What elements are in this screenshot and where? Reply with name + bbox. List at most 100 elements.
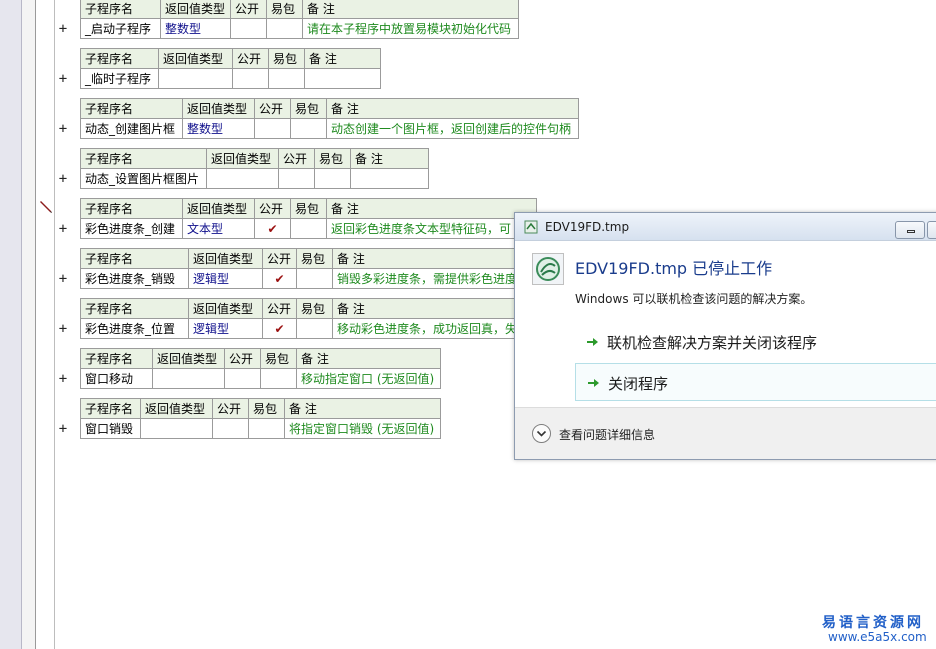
details-link[interactable]: 查看问题详细信息 bbox=[559, 426, 655, 443]
subroutine-return-type[interactable]: 逻辑型 bbox=[188, 268, 263, 289]
header-return-type: 返回值类型 bbox=[206, 148, 279, 169]
header-name: 子程序名 bbox=[80, 398, 141, 419]
subroutine-name[interactable]: 动态_设置图片框图片 bbox=[80, 168, 207, 189]
subroutine-name[interactable]: 窗口移动 bbox=[80, 368, 153, 389]
header-note: 备 注 bbox=[326, 198, 537, 219]
dialog-title: EDV19FD.tmp bbox=[545, 220, 630, 234]
subroutine-easy-pack[interactable] bbox=[296, 268, 333, 289]
subroutine-note[interactable] bbox=[350, 168, 429, 189]
subroutine-name[interactable]: 彩色进度条_位置 bbox=[80, 318, 189, 339]
green-arrow-icon bbox=[588, 379, 599, 387]
expand-button[interactable]: + bbox=[57, 371, 69, 387]
subroutine-return-type[interactable]: 逻辑型 bbox=[188, 318, 263, 339]
maximize-button[interactable] bbox=[927, 221, 936, 239]
expand-button[interactable]: + bbox=[57, 421, 69, 437]
subroutine-return-type[interactable] bbox=[206, 168, 279, 189]
subroutine-return-type[interactable] bbox=[158, 68, 233, 89]
subroutine-easy-pack[interactable] bbox=[266, 18, 303, 39]
header-name: 子程序名 bbox=[80, 348, 153, 369]
subroutine-return-type[interactable]: 文本型 bbox=[182, 218, 255, 239]
header-public: 公开 bbox=[254, 98, 291, 119]
expand-button[interactable]: + bbox=[57, 71, 69, 87]
subroutine-note[interactable]: 销毁多彩进度条，需提供彩色进度 bbox=[332, 268, 533, 289]
subroutine-table: 子程序名 返回值类型 公开 易包 备 注 窗口移动 移动指定窗口 (无返回值) bbox=[80, 348, 441, 389]
header-public: 公开 bbox=[232, 48, 269, 69]
header-name: 子程序名 bbox=[80, 98, 183, 119]
subroutine-table: 子程序名 返回值类型 公开 易包 备 注 _启动子程序 整数型 请在本子程序中放… bbox=[80, 0, 519, 39]
expand-button[interactable]: + bbox=[57, 321, 69, 337]
header-easy-pack: 易包 bbox=[314, 148, 351, 169]
subroutine-easy-pack[interactable] bbox=[290, 118, 327, 139]
subroutine-note[interactable]: 移动彩色进度条，成功返回真，失 bbox=[332, 318, 533, 339]
header-easy-pack: 易包 bbox=[290, 98, 327, 119]
header-public: 公开 bbox=[262, 248, 297, 269]
subroutine-public[interactable] bbox=[232, 68, 269, 89]
watermark-url: www.e5a5x.com bbox=[828, 630, 927, 644]
subroutine-public[interactable] bbox=[212, 418, 249, 439]
subroutine-public[interactable] bbox=[230, 18, 267, 39]
subroutine-name[interactable]: 窗口销毁 bbox=[80, 418, 141, 439]
header-note: 备 注 bbox=[304, 48, 381, 69]
subroutine-easy-pack[interactable] bbox=[260, 368, 297, 389]
subroutine-public[interactable] bbox=[254, 118, 291, 139]
expand-button[interactable]: + bbox=[57, 221, 69, 237]
subroutine-easy-pack[interactable] bbox=[248, 418, 285, 439]
subroutine-public[interactable]: ✔ bbox=[262, 268, 297, 289]
header-name: 子程序名 bbox=[80, 198, 183, 219]
check-online-option[interactable]: 联机检查解决方案并关闭该程序 bbox=[575, 323, 936, 361]
subroutine-return-type[interactable] bbox=[152, 368, 225, 389]
expand-button[interactable]: + bbox=[57, 21, 69, 37]
subroutine-note[interactable]: 将指定窗口销毁 (无返回值) bbox=[284, 418, 441, 439]
subroutine-table: 子程序名 返回值类型 公开 易包 备 注 彩色进度条_位置 逻辑型 ✔ 移动彩色… bbox=[80, 298, 533, 339]
header-note: 备 注 bbox=[284, 398, 441, 419]
subroutine-name[interactable]: _启动子程序 bbox=[80, 18, 161, 39]
header-easy-pack: 易包 bbox=[260, 348, 297, 369]
header-note: 备 注 bbox=[350, 148, 429, 169]
subroutine-table: 子程序名 返回值类型 公开 易包 备 注 窗口销毁 将指定窗口销毁 (无返回值) bbox=[80, 398, 441, 439]
expand-button[interactable]: + bbox=[57, 271, 69, 287]
pencil-icon bbox=[40, 201, 52, 213]
minimize-button[interactable] bbox=[895, 221, 925, 239]
header-name: 子程序名 bbox=[80, 0, 161, 19]
subroutine-name[interactable]: 彩色进度条_销毁 bbox=[80, 268, 189, 289]
subroutine-note[interactable]: 移动指定窗口 (无返回值) bbox=[296, 368, 441, 389]
chevron-down-icon bbox=[536, 430, 547, 437]
subroutine-name[interactable]: 彩色进度条_创建 bbox=[80, 218, 183, 239]
subroutine-table: 子程序名 返回值类型 公开 易包 备 注 动态_创建图片框 整数型 动态创建一个… bbox=[80, 98, 579, 139]
header-public: 公开 bbox=[224, 348, 261, 369]
expand-button[interactable]: + bbox=[57, 121, 69, 137]
header-public: 公开 bbox=[212, 398, 249, 419]
subroutine-note[interactable]: 请在本子程序中放置易模块初始化代码 bbox=[302, 18, 519, 39]
subroutine-easy-pack[interactable] bbox=[314, 168, 351, 189]
dialog-titlebar[interactable]: EDV19FD.tmp bbox=[515, 213, 936, 241]
subroutine-table: 子程序名 返回值类型 公开 易包 备 注 彩色进度条_销毁 逻辑型 ✔ 销毁多彩… bbox=[80, 248, 533, 289]
expand-details-button[interactable] bbox=[532, 424, 551, 443]
check-online-label: 联机检查解决方案并关闭该程序 bbox=[607, 334, 818, 352]
subroutine-name[interactable]: _临时子程序 bbox=[80, 68, 159, 89]
subroutine-public[interactable]: ✔ bbox=[262, 318, 297, 339]
subroutine-easy-pack[interactable] bbox=[290, 218, 327, 239]
expand-button[interactable]: + bbox=[57, 171, 69, 187]
app-icon bbox=[524, 220, 538, 234]
program-logo-icon bbox=[536, 257, 560, 281]
subroutine-return-type[interactable] bbox=[140, 418, 213, 439]
subroutine-return-type[interactable]: 整数型 bbox=[160, 18, 231, 39]
close-program-option[interactable]: 关闭程序 bbox=[575, 363, 936, 401]
header-name: 子程序名 bbox=[80, 298, 189, 319]
subroutine-note[interactable]: 动态创建一个图片框，返回创建后的控件句柄 bbox=[326, 118, 579, 139]
header-public: 公开 bbox=[262, 298, 297, 319]
header-easy-pack: 易包 bbox=[296, 298, 333, 319]
dialog-heading: EDV19FD.tmp 已停止工作 bbox=[575, 259, 773, 278]
subroutine-return-type[interactable]: 整数型 bbox=[182, 118, 255, 139]
subroutine-note[interactable]: 返回彩色进度条文本型特征码，可 bbox=[326, 218, 537, 239]
breakpoint-gutter[interactable] bbox=[22, 0, 36, 649]
subroutine-public[interactable] bbox=[224, 368, 261, 389]
subroutine-easy-pack[interactable] bbox=[268, 68, 305, 89]
subroutine-name[interactable]: 动态_创建图片框 bbox=[80, 118, 183, 139]
subroutine-note[interactable] bbox=[304, 68, 381, 89]
subroutine-easy-pack[interactable] bbox=[296, 318, 333, 339]
subroutine-public[interactable]: ✔ bbox=[254, 218, 291, 239]
close-program-label: 关闭程序 bbox=[608, 375, 669, 393]
header-easy-pack: 易包 bbox=[248, 398, 285, 419]
subroutine-public[interactable] bbox=[278, 168, 315, 189]
